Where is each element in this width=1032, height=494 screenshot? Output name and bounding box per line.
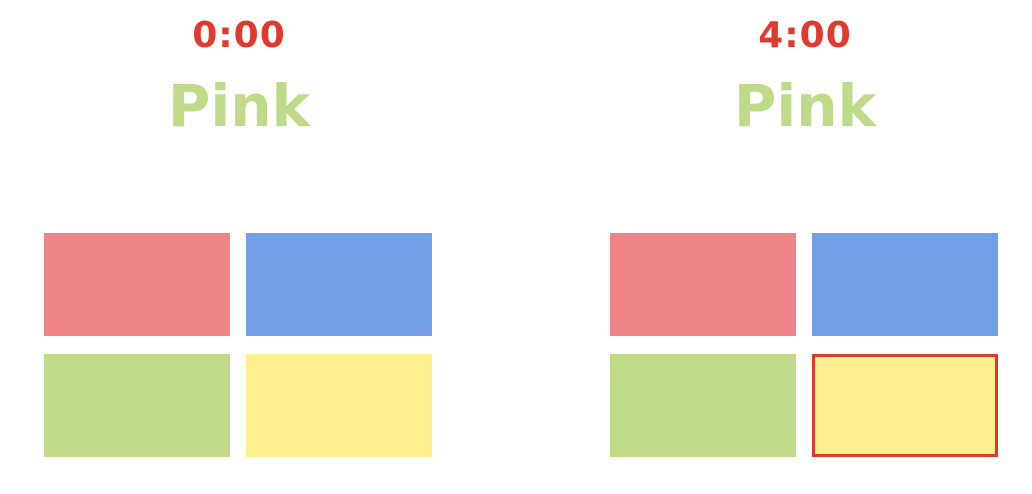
blue-tile[interactable] (246, 233, 432, 336)
timer: 0:00 (192, 15, 286, 56)
blue-tile[interactable] (812, 233, 998, 336)
yellow-tile-selected[interactable] (812, 354, 998, 457)
green-tile[interactable] (44, 354, 230, 457)
color-word-prompt: Pink (167, 72, 311, 140)
game-panel-start: 0:00 Pink (44, 0, 434, 494)
yellow-tile[interactable] (246, 354, 432, 457)
green-tile[interactable] (610, 354, 796, 457)
game-panel-end: 4:00 Pink (610, 0, 1000, 494)
pink-tile[interactable] (44, 233, 230, 336)
pink-tile[interactable] (610, 233, 796, 336)
timer: 4:00 (758, 15, 852, 56)
color-word-prompt: Pink (733, 72, 877, 140)
